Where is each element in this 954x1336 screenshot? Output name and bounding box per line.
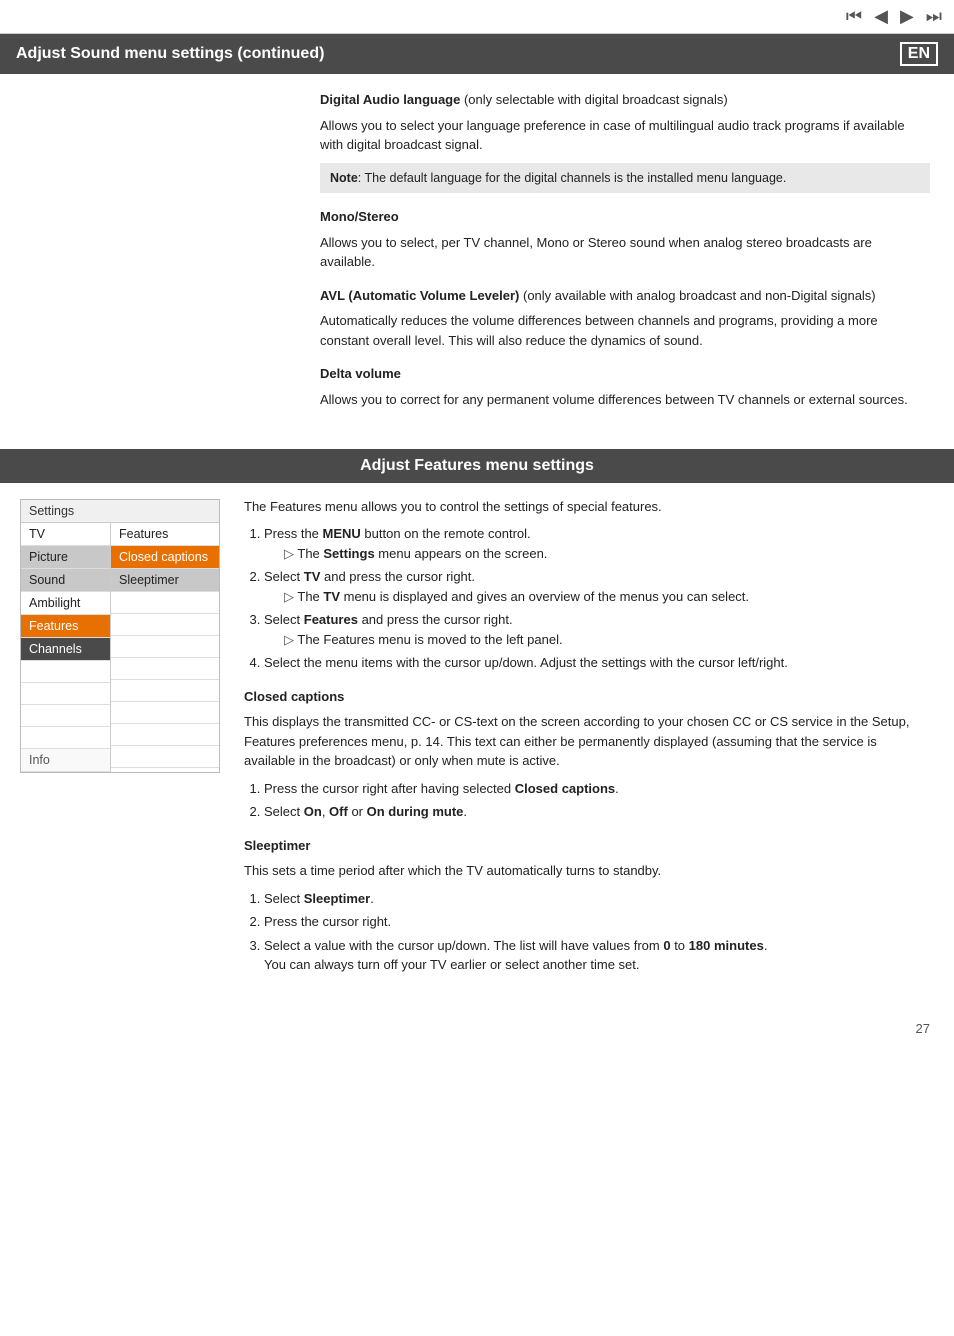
sidebar-empty-3 [21,705,110,727]
cc-step-2: Select On, Off or On during mute. [264,802,930,822]
en-badge: EN [900,42,938,66]
mono-stereo-block: Mono/Stereo Allows you to select, per TV… [320,207,930,272]
sidebar-right-empty-4 [111,658,219,680]
sidebar-right-empty-7 [111,724,219,746]
sidebar-right-empty-2 [111,614,219,636]
settings-sidebar: Settings TV Picture Sound Ambilight Feat… [20,499,220,773]
digital-audio-heading: Digital Audio language (only selectable … [320,90,930,110]
top-navigation: ⏮ ◀ ▶ ⏭ [0,0,954,34]
sleep-step-2: Press the cursor right. [264,912,930,932]
sidebar-right-empty-5 [111,680,219,702]
features-steps-list: Press the MENU button on the remote cont… [244,524,930,673]
closed-captions-steps: Press the cursor right after having sele… [244,779,930,822]
sidebar-right-empty-3 [111,636,219,658]
sidebar-right-sleeptimer[interactable]: Sleeptimer [111,569,219,592]
upper-content: Digital Audio language (only selectable … [0,74,954,439]
features-section-header: Adjust Features menu settings [0,449,954,483]
sidebar-right-features[interactable]: Features [111,523,219,546]
sidebar-right-empty-6 [111,702,219,724]
avl-para1: Automatically reduces the volume differe… [320,311,930,350]
sidebar-left-col: TV Picture Sound Ambilight Features Chan… [21,523,111,772]
delta-volume-heading: Delta volume [320,364,930,384]
closed-captions-para1: This displays the transmitted CC- or CS-… [244,712,930,771]
digital-audio-block: Digital Audio language (only selectable … [320,90,930,193]
features-section-title: Adjust Features menu settings [360,457,594,474]
features-step-3: Select Features and press the cursor rig… [264,610,930,649]
skip-forward-icon[interactable]: ⏭ [926,6,942,27]
avl-block: AVL (Automatic Volume Leveler) (only ava… [320,286,930,351]
sidebar-right-col: Features Closed captions Sleeptimer [111,523,219,772]
sidebar-right-closed-captions[interactable]: Closed captions [111,546,219,569]
sidebar-item-info[interactable]: Info [21,749,110,772]
cc-step-1: Press the cursor right after having sele… [264,779,930,799]
mono-stereo-heading: Mono/Stereo [320,207,930,227]
sidebar-empty-2 [21,683,110,705]
sleeptimer-para1: This sets a time period after which the … [244,861,930,881]
features-right-content: The Features menu allows you to control … [236,483,954,1005]
sleeptimer-heading: Sleeptimer [244,836,930,856]
delta-volume-block: Delta volume Allows you to correct for a… [320,364,930,409]
features-step-4: Select the menu items with the cursor up… [264,653,930,673]
sidebar-empty-1 [21,661,110,683]
sidebar-item-ambilight[interactable]: Ambilight [21,592,110,615]
sleeptimer-steps: Select Sleeptimer. Press the cursor righ… [244,889,930,975]
upper-section-header: Adjust Sound menu settings (continued) E… [0,34,954,74]
sidebar-item-channels[interactable]: Channels [21,638,110,661]
mono-stereo-para1: Allows you to select, per TV channel, Mo… [320,233,930,272]
forward-icon[interactable]: ▶ [900,6,914,27]
closed-captions-heading: Closed captions [244,687,930,707]
sidebar-title: Settings [21,500,219,523]
sidebar-row: TV Picture Sound Ambilight Features Chan… [21,523,219,772]
sidebar-empty-4 [21,727,110,749]
features-step-2-sub: The TV menu is displayed and gives an ov… [274,587,930,607]
features-step-1-sub: The Settings menu appears on the screen. [274,544,930,564]
features-intro: The Features menu allows you to control … [244,499,930,514]
avl-heading: AVL (Automatic Volume Leveler) (only ava… [320,286,930,306]
digital-audio-note: Note: The default language for the digit… [320,163,930,194]
features-step-3-sub: The Features menu is moved to the left p… [274,630,930,650]
skip-back-icon[interactable]: ⏮ [846,6,862,27]
back-icon[interactable]: ◀ [874,6,888,27]
sidebar-item-sound[interactable]: Sound [21,569,110,592]
features-step-2: Select TV and press the cursor right. Th… [264,567,930,606]
sidebar-item-features[interactable]: Features [21,615,110,638]
page-number: 27 [0,1005,954,1052]
sidebar-right-empty-8 [111,746,219,768]
digital-audio-para1: Allows you to select your language prefe… [320,116,930,155]
features-step-1: Press the MENU button on the remote cont… [264,524,930,563]
sidebar-item-picture[interactable]: Picture [21,546,110,569]
sleep-step-1: Select Sleeptimer. [264,889,930,909]
upper-section-title: Adjust Sound menu settings (continued) [16,45,324,63]
sidebar-right-empty-1 [111,592,219,614]
features-body: Settings TV Picture Sound Ambilight Feat… [0,483,954,1005]
sleep-step-3: Select a value with the cursor up/down. … [264,936,930,975]
closed-captions-block: Closed captions This displays the transm… [244,687,930,822]
sleeptimer-block: Sleeptimer This sets a time period after… [244,836,930,975]
delta-volume-para1: Allows you to correct for any permanent … [320,390,930,410]
sidebar-item-tv[interactable]: TV [21,523,110,546]
nav-icons[interactable]: ⏮ ◀ ▶ ⏭ [846,6,942,27]
